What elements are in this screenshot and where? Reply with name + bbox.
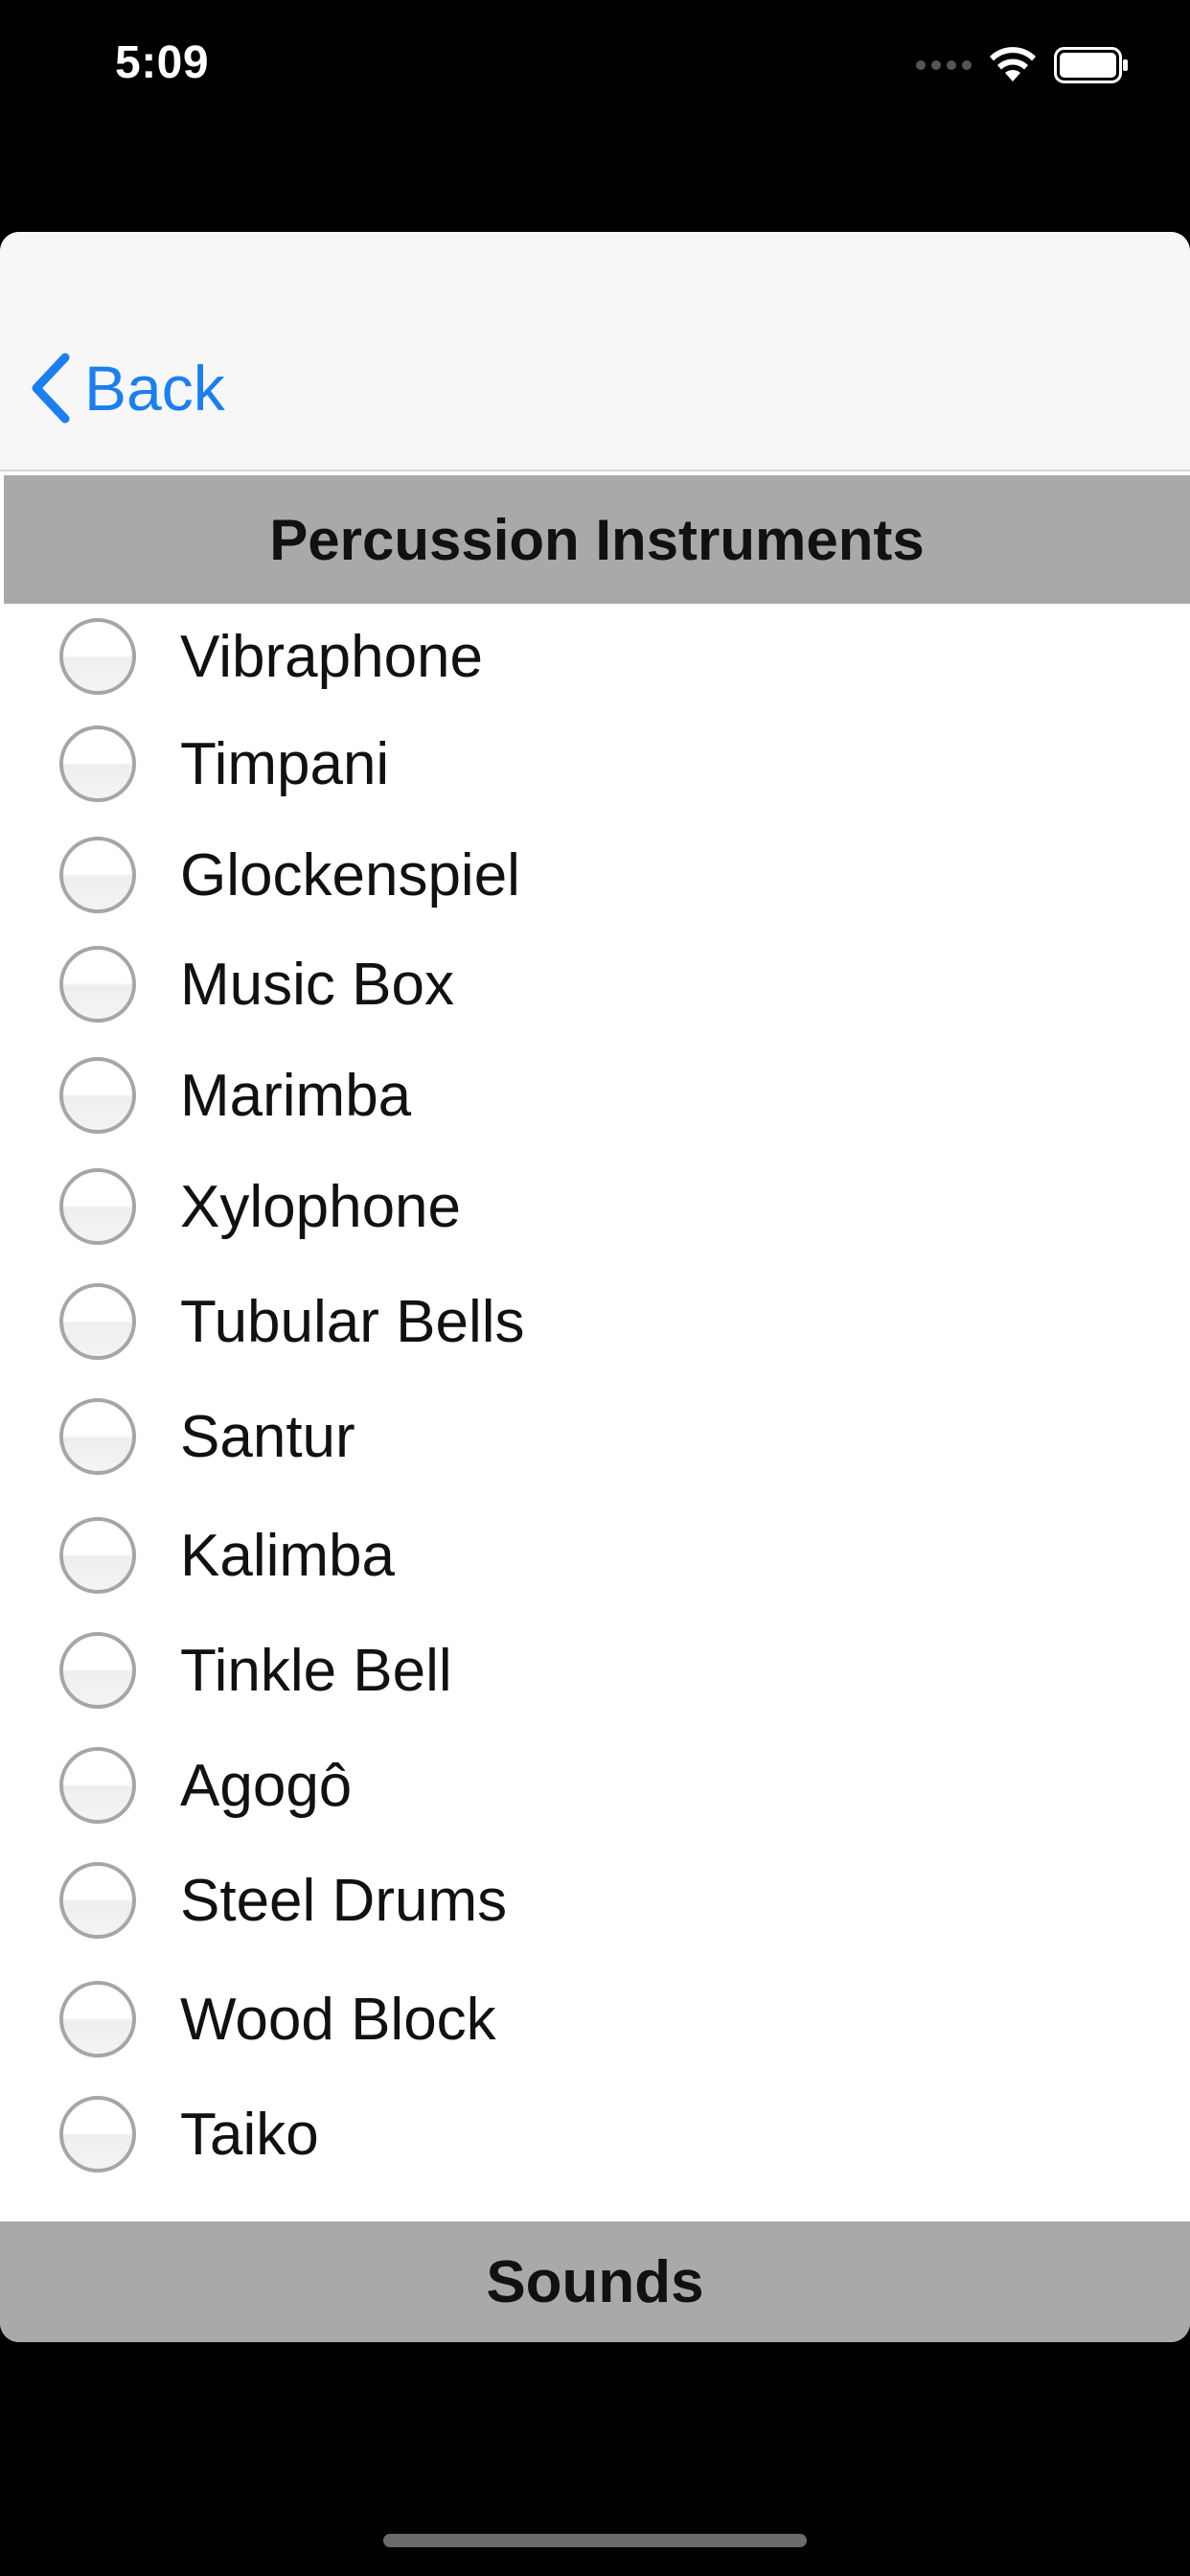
radio-button[interactable]: [59, 1168, 136, 1245]
instrument-label: Wood Block: [180, 1986, 496, 2053]
instrument-row-santur[interactable]: Santur: [0, 1384, 1190, 1489]
radio-button[interactable]: [59, 946, 136, 1023]
instrument-row-agogo[interactable]: Agogô: [0, 1733, 1190, 1838]
instrument-label: Tubular Bells: [180, 1288, 525, 1355]
status-time: 5:09: [115, 37, 210, 88]
instrument-label: Steel Drums: [180, 1867, 508, 1934]
instrument-row-taiko[interactable]: Taiko: [0, 2082, 1190, 2187]
radio-button[interactable]: [59, 725, 136, 802]
app-screen: 5:09 Back Percussion Instruments Vibraph…: [0, 0, 1190, 2576]
instrument-row-marimba[interactable]: Marimba: [0, 1043, 1190, 1148]
instrument-row-glockenspiel[interactable]: Glockenspiel: [0, 822, 1190, 928]
instrument-label: Vibraphone: [180, 623, 484, 690]
instrument-row-wood-block[interactable]: Wood Block: [0, 1966, 1190, 2072]
instrument-row-kalimba[interactable]: Kalimba: [0, 1503, 1190, 1608]
instrument-row-timpani[interactable]: Timpani: [0, 711, 1190, 816]
navigation-bar: Back: [0, 232, 1190, 472]
instrument-label: Santur: [180, 1403, 355, 1470]
radio-button[interactable]: [59, 1747, 136, 1824]
radio-button[interactable]: [59, 1981, 136, 2058]
chevron-left-icon: [32, 353, 70, 424]
radio-button[interactable]: [59, 2096, 136, 2173]
instrument-label: Timpani: [180, 730, 390, 797]
radio-button[interactable]: [59, 837, 136, 913]
back-button[interactable]: Back: [29, 345, 225, 431]
back-label: Back: [84, 353, 225, 424]
radio-button[interactable]: [59, 1398, 136, 1475]
radio-button[interactable]: [59, 1632, 136, 1709]
radio-button[interactable]: [59, 1057, 136, 1134]
wifi-icon: [990, 47, 1036, 81]
instrument-row-vibraphone[interactable]: Vibraphone: [0, 604, 1190, 709]
instrument-row-steel-drums[interactable]: Steel Drums: [0, 1848, 1190, 1953]
radio-button[interactable]: [59, 1283, 136, 1360]
instrument-label: Marimba: [180, 1062, 412, 1129]
instrument-label: Agogô: [180, 1752, 353, 1819]
instrument-row-xylophone[interactable]: Xylophone: [0, 1154, 1190, 1259]
home-indicator[interactable]: [383, 2534, 807, 2547]
instrument-label: Kalimba: [180, 1522, 395, 1589]
instrument-sheet: Back Percussion Instruments Vibraphone T…: [0, 232, 1190, 2342]
status-icons: [916, 42, 1129, 88]
instrument-row-tinkle-bell[interactable]: Tinkle Bell: [0, 1618, 1190, 1723]
radio-button[interactable]: [59, 1517, 136, 1594]
instrument-row-tubular-bells[interactable]: Tubular Bells: [0, 1269, 1190, 1374]
radio-button[interactable]: [59, 618, 136, 695]
instrument-label: Taiko: [180, 2101, 319, 2168]
sounds-button[interactable]: Sounds: [0, 2221, 1190, 2342]
instrument-label: Music Box: [180, 951, 454, 1018]
section-title: Percussion Instruments: [4, 475, 1190, 604]
instrument-label: Glockenspiel: [180, 841, 520, 908]
battery-icon: [1054, 47, 1128, 83]
instrument-label: Xylophone: [180, 1173, 462, 1240]
instrument-label: Tinkle Bell: [180, 1637, 452, 1704]
radio-button[interactable]: [59, 1862, 136, 1939]
cellular-signal-icon: [916, 60, 972, 70]
instrument-row-music-box[interactable]: Music Box: [0, 932, 1190, 1037]
